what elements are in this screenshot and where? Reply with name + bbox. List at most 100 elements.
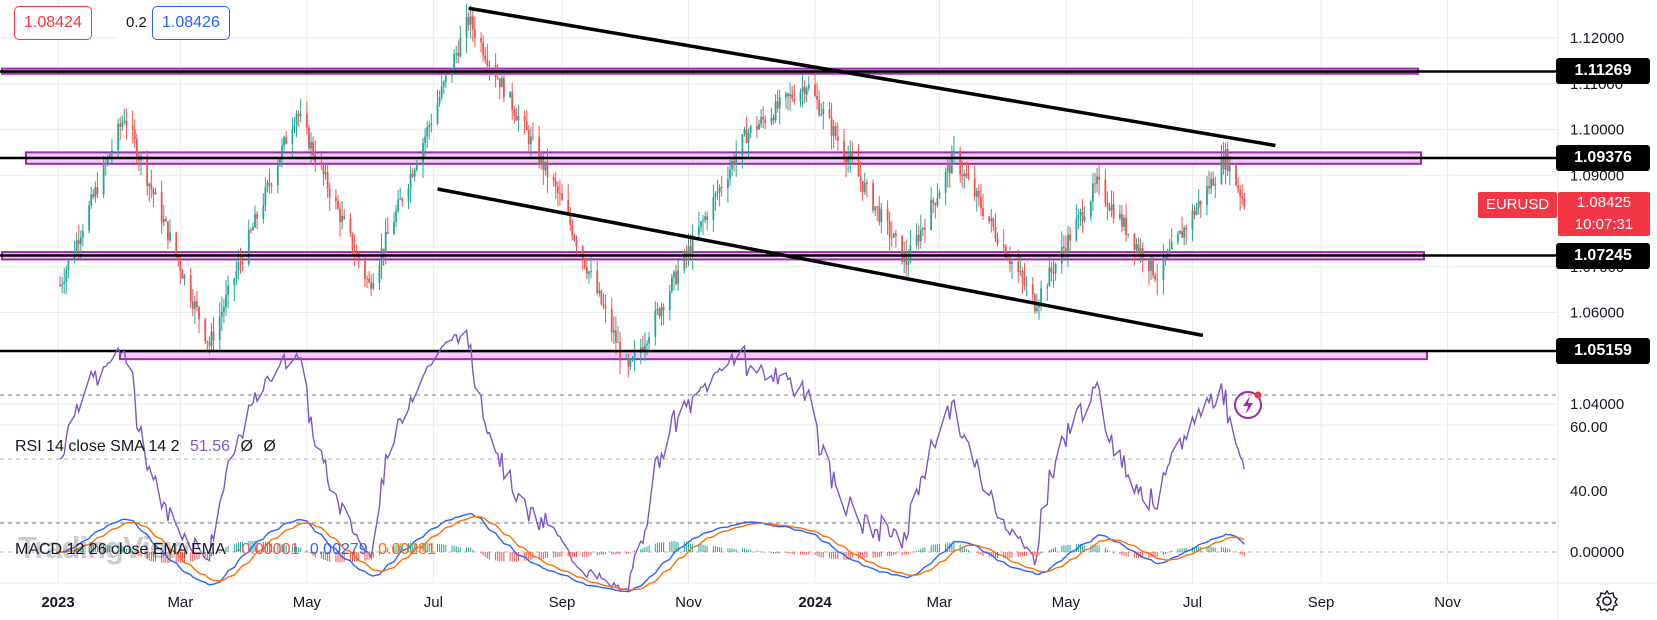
candle-body [1183, 227, 1186, 238]
candle-body [459, 38, 462, 57]
candle-body [308, 127, 310, 149]
candle-body [90, 194, 93, 206]
candle-body [967, 176, 970, 179]
candle-body [1083, 216, 1086, 222]
candle-body [343, 215, 346, 219]
candle-body [1025, 284, 1028, 286]
lightning-icon[interactable] [1232, 389, 1264, 421]
candle-body [1108, 207, 1111, 211]
candle-body [283, 137, 285, 146]
candle-body [1239, 189, 1242, 197]
candle-body [583, 259, 586, 268]
bar-countdown: 10:07:31 [1574, 216, 1634, 233]
candle-body [486, 59, 489, 66]
candle-body [687, 246, 690, 255]
candle-body [953, 150, 955, 153]
candle-body [498, 78, 501, 88]
rsi-legend[interactable]: RSI 14 close SMA 14 2 51.56 Ø Ø [15, 438, 282, 456]
candle-body [527, 130, 530, 145]
candle-body [135, 139, 138, 158]
chart-grid [0, 0, 1657, 620]
candle-body [75, 240, 78, 252]
macd-legend-title: MACD 12 26 close EMA EMA [15, 541, 226, 558]
candle-body [836, 136, 839, 141]
candle-body [567, 199, 570, 214]
candle-body [210, 331, 213, 346]
candle-body [252, 227, 254, 231]
candle-body [1050, 267, 1053, 273]
ask-price-button[interactable]: 1.08426 [152, 6, 230, 40]
candle-body [422, 142, 424, 165]
candle-body [440, 86, 443, 98]
candle-body [934, 203, 937, 206]
candle-body [150, 183, 153, 190]
candle-body [559, 192, 561, 194]
candle-body [63, 281, 66, 285]
settings-gear-icon[interactable] [1595, 589, 1619, 613]
candle-body [500, 77, 503, 88]
candle-body [677, 270, 680, 284]
candle-body [1220, 157, 1223, 184]
candle-body [617, 341, 619, 343]
candle-body [1098, 176, 1101, 180]
candle-body [1154, 275, 1157, 280]
candle-body [977, 190, 980, 198]
candle-body [523, 115, 526, 121]
candle-body [697, 226, 700, 235]
rsi-legend-value: 51.56 [189, 438, 231, 455]
candle-body [610, 308, 613, 333]
candle-body [973, 178, 976, 197]
candle-body [720, 187, 723, 189]
candle-body [297, 114, 300, 117]
candle-body [88, 205, 91, 231]
time-tick-label: Jul [1183, 594, 1202, 611]
candle-body [1110, 204, 1113, 211]
candle-body [830, 117, 833, 136]
candle-body [515, 115, 518, 121]
candle-body [1193, 210, 1196, 215]
candle-body [573, 236, 576, 240]
candle-body [1139, 248, 1142, 253]
candle-body [1177, 233, 1179, 243]
candle-body [355, 253, 358, 255]
chart-canvas[interactable]: 1.120001.110001.100001.090001.070001.060… [0, 0, 1657, 620]
candle-body [366, 278, 368, 280]
candle-body [131, 125, 134, 130]
candle-body [503, 77, 505, 98]
current-price-label: 1.08425 10:07:31 [1558, 192, 1650, 236]
candle-body [588, 271, 590, 275]
level-label: 1.07245 [1556, 242, 1650, 269]
macd-legend[interactable]: MACD 12 26 close EMA EMA -0.00001 0.0027… [15, 541, 442, 559]
candle-body [915, 234, 918, 246]
candle-body [702, 220, 704, 222]
candle-body [1152, 257, 1154, 276]
candle-body [996, 237, 999, 245]
candle-body [268, 182, 271, 185]
candle-body [328, 188, 331, 198]
candle-body [552, 177, 555, 182]
candle-body [1069, 234, 1071, 241]
candle-body [917, 234, 920, 242]
candle-body [1121, 214, 1123, 227]
symbol-tag: EURUSD [1478, 192, 1557, 218]
candle-body [776, 101, 779, 109]
candle-body [61, 284, 64, 286]
candle-body [1077, 214, 1080, 219]
candle-body [743, 129, 746, 135]
candle-body [924, 228, 926, 230]
sr-zone [119, 350, 1428, 361]
candle-body [179, 261, 182, 272]
candle-body [1023, 278, 1026, 286]
candle-body [1054, 263, 1057, 274]
candle-body [233, 278, 236, 286]
candle-body [279, 158, 281, 166]
candle-body [444, 75, 447, 82]
candle-body [384, 231, 387, 253]
bid-price-button[interactable]: 1.08424 [14, 6, 92, 40]
candle-body [436, 103, 439, 124]
candle-body [700, 221, 702, 227]
candle-body [266, 182, 269, 188]
candle-body [614, 330, 617, 343]
candle-body [223, 307, 225, 312]
candle-body [117, 123, 120, 151]
